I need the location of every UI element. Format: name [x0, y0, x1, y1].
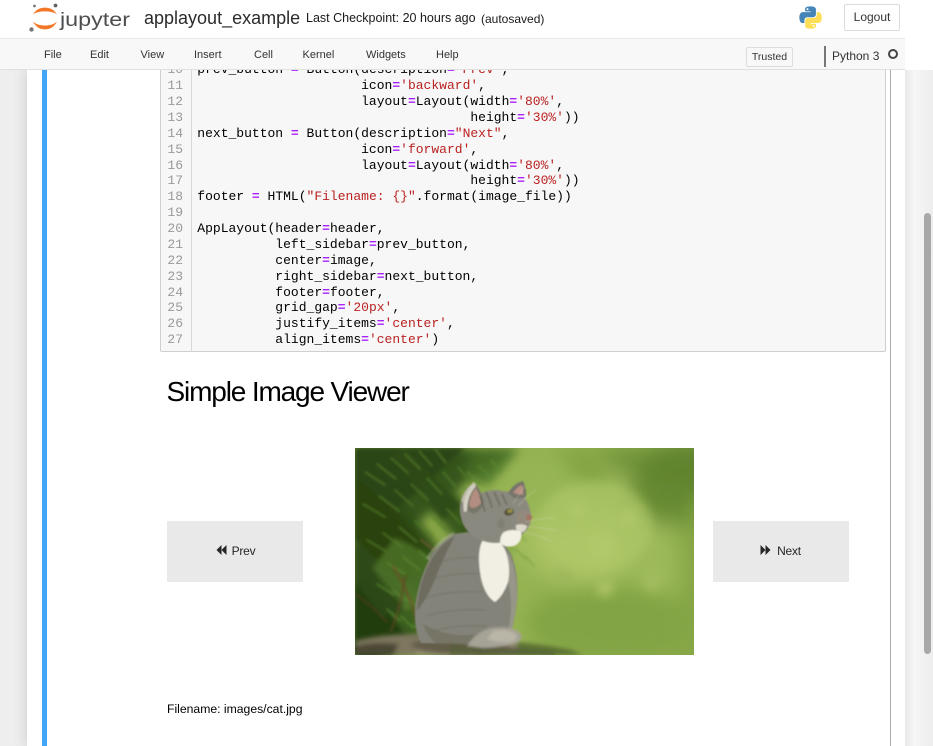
svg-text:jupyter: jupyter — [59, 10, 131, 31]
